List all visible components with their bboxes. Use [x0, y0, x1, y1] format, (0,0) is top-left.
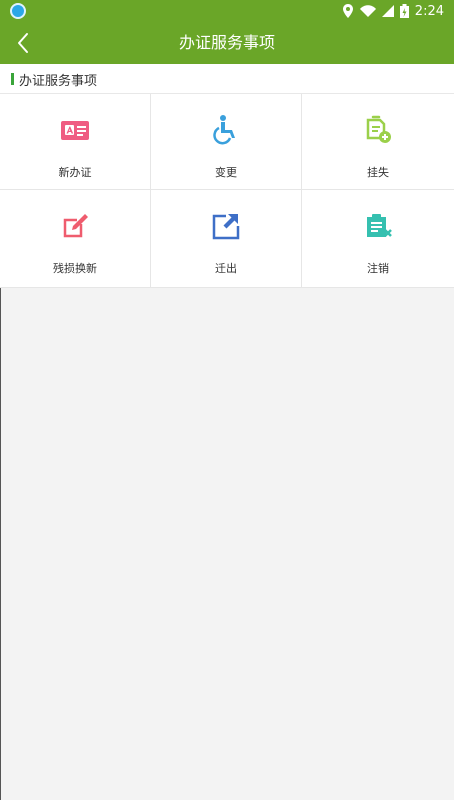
location-icon: [342, 4, 353, 18]
service-tile-move-out[interactable]: 迁出: [151, 190, 302, 288]
service-label: 迁出: [215, 262, 237, 275]
wifi-icon: [359, 5, 376, 17]
service-tile-cancel[interactable]: 注销: [302, 190, 454, 288]
page-title: 办证服务事项: [178, 33, 275, 52]
move-out-icon: [212, 214, 240, 240]
service-tile-new-card[interactable]: 新办证: [0, 94, 151, 190]
service-label: 新办证: [58, 166, 92, 179]
left-edge-divider: [0, 288, 1, 800]
service-tile-change[interactable]: 变更: [151, 94, 302, 190]
service-tile-report-loss[interactable]: 挂失: [302, 94, 454, 190]
section-header: 办证服务事项: [0, 64, 454, 94]
app-icon: [10, 3, 26, 19]
section-marker: [11, 73, 14, 85]
service-label: 残损换新: [53, 262, 97, 275]
service-grid: 新办证 变更 挂失 残损换新 迁出 注销: [0, 94, 454, 288]
wheelchair-icon: [213, 115, 235, 145]
service-label: 注销: [367, 262, 389, 275]
service-label: 变更: [215, 166, 237, 179]
status-bar: 2:24: [0, 0, 454, 22]
id-card-icon: [61, 121, 89, 140]
status-time: 2:24: [414, 3, 444, 19]
signal-icon: [381, 5, 394, 17]
service-tile-replace-damaged[interactable]: 残损换新: [0, 190, 151, 288]
app-bar: 办证服务事项: [0, 22, 454, 64]
section-title: 办证服务事项: [19, 74, 98, 89]
battery-icon: [399, 4, 409, 18]
clipboard-cancel-icon: [367, 214, 392, 237]
document-add-icon: [366, 115, 391, 143]
service-label: 挂失: [367, 166, 389, 179]
status-icons: 2:24: [342, 2, 444, 20]
edit-icon: [63, 214, 88, 238]
